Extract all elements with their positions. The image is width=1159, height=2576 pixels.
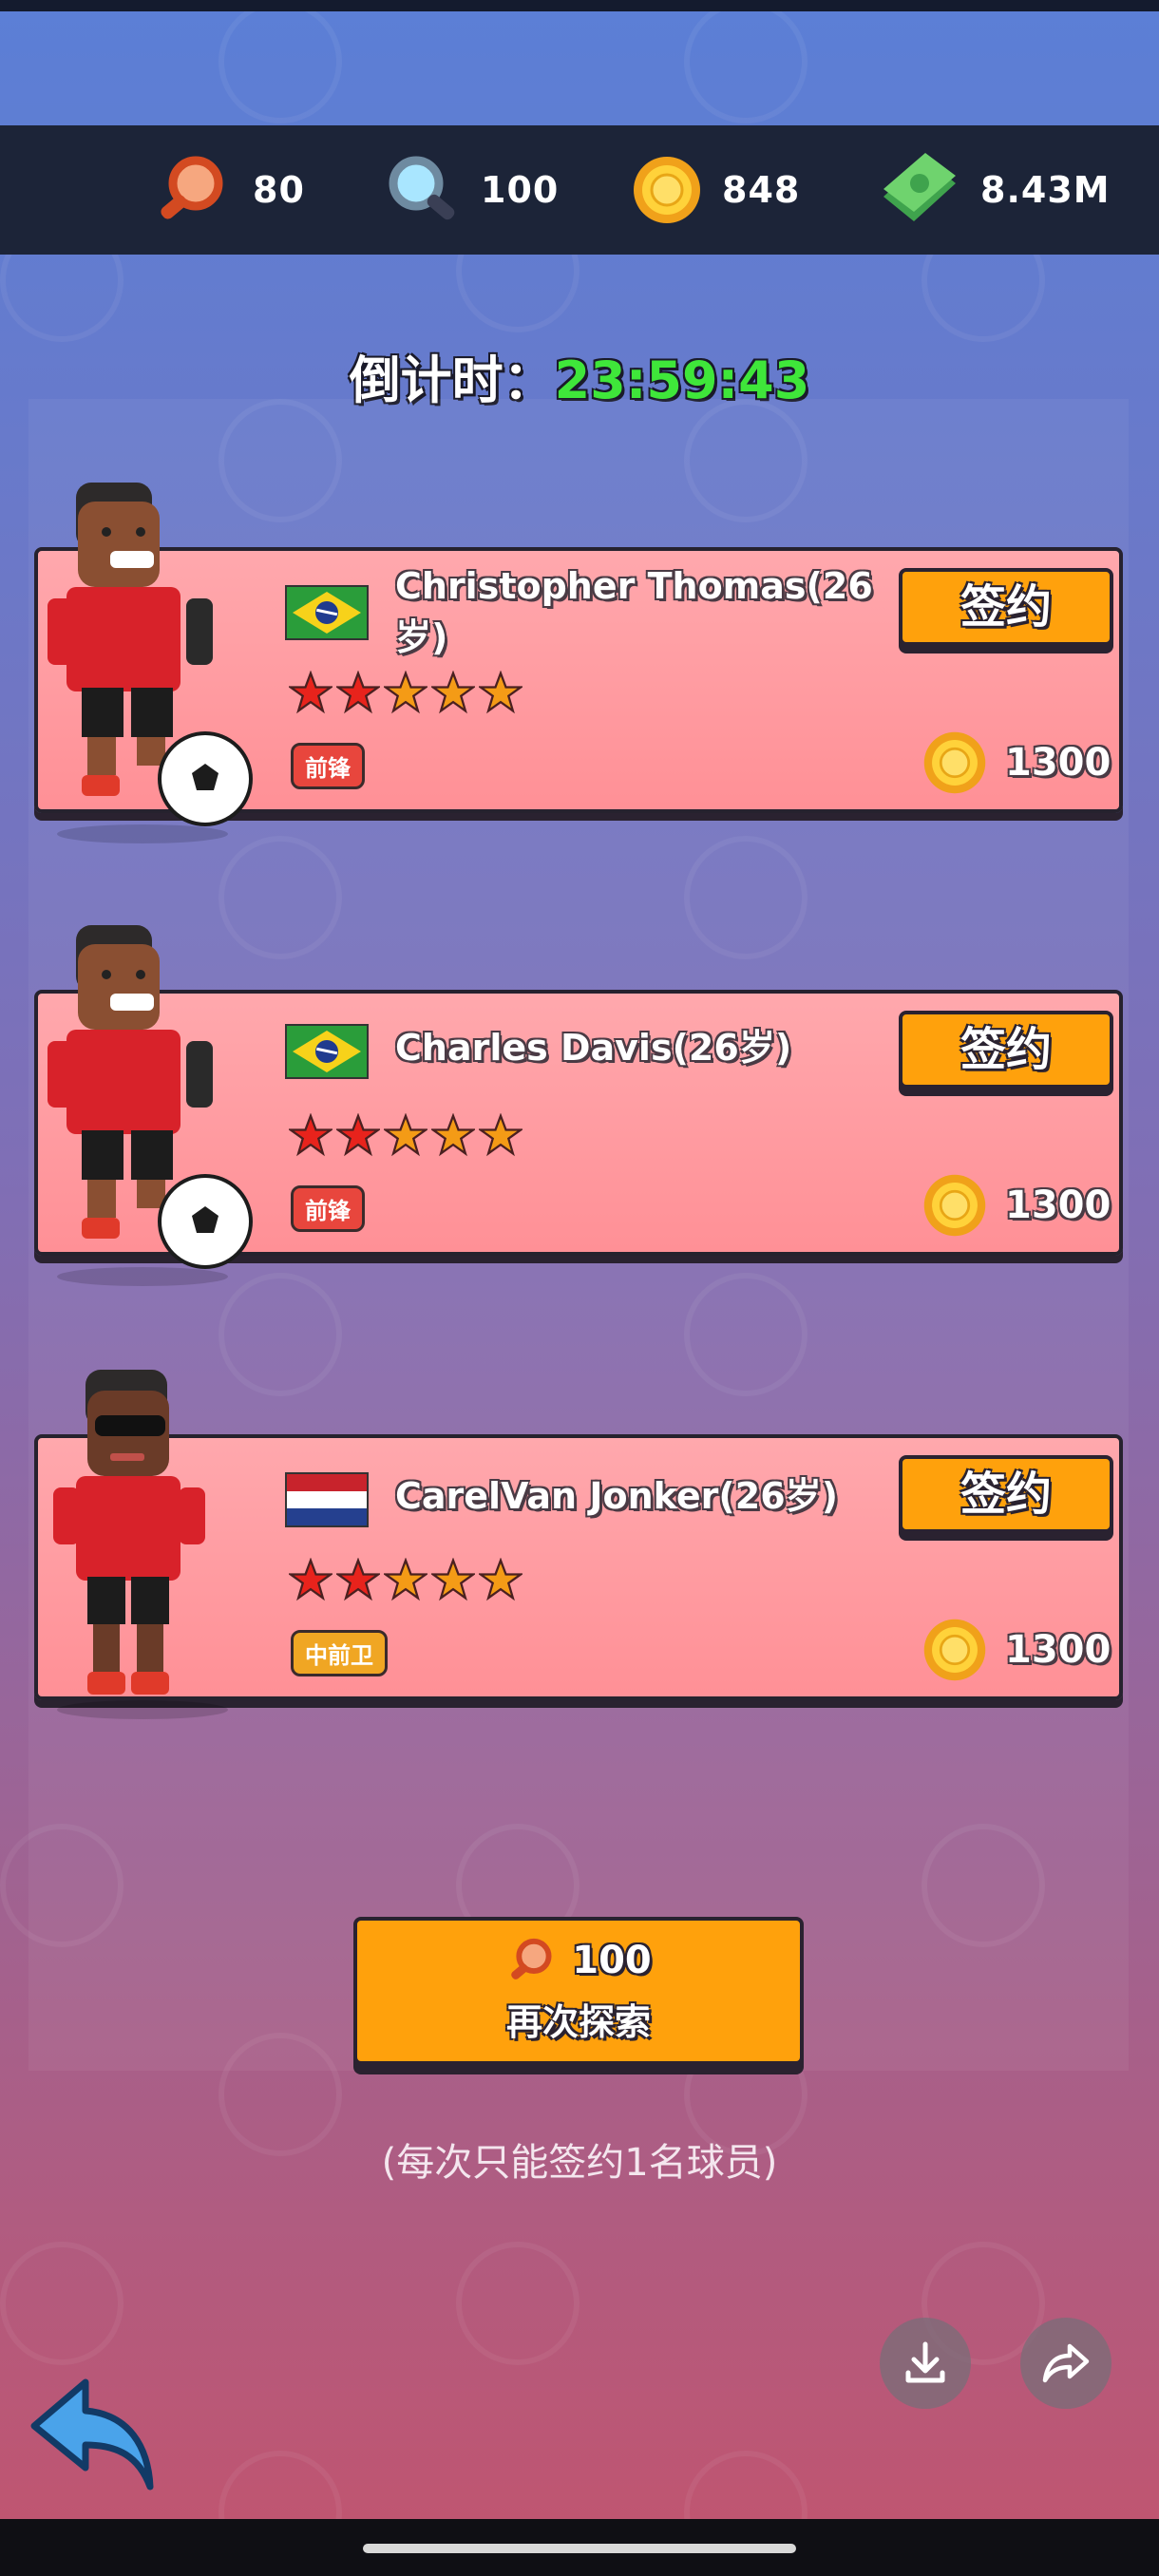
search-again-label: 再次探索 (505, 2001, 651, 2043)
status-strip (0, 0, 1159, 11)
star-icon (431, 1558, 475, 1601)
search-again-cost: 100 (357, 1934, 800, 1987)
share-icon (1042, 2343, 1090, 2383)
gold-coin-icon (634, 157, 700, 223)
gold-coin-icon (923, 1619, 986, 1681)
resource-bar: 80 100 848 8.43M (0, 125, 1159, 255)
resource-cash: 8.43M (876, 125, 1111, 255)
sign-price: 1300 (922, 729, 1111, 796)
sign-button[interactable]: 签约 (899, 568, 1113, 646)
star-icon (336, 1113, 380, 1157)
blue-magnifier-icon (389, 156, 455, 220)
player-avatar (53, 1370, 228, 1719)
star-icon (384, 1558, 428, 1601)
star-rating (289, 1558, 522, 1601)
star-icon (479, 1558, 522, 1601)
star-rating (289, 1113, 522, 1157)
red-magnifier-icon (161, 156, 223, 219)
star-rating (289, 671, 522, 714)
resource-blue-magnifier: 100 (380, 125, 559, 255)
star-icon (289, 1558, 332, 1601)
download-icon (905, 2341, 945, 2383)
sign-price: 1300 (922, 1172, 1111, 1239)
position-badge: 前锋 (291, 1185, 365, 1232)
sign-limit-note: (每次只能签约1名球员) (381, 2141, 778, 2185)
download-button[interactable] (880, 2318, 971, 2409)
star-icon (336, 1558, 380, 1601)
star-icon (384, 1113, 428, 1157)
gold-coin-icon (923, 731, 986, 794)
gold-coin-icon (923, 1174, 986, 1237)
player-avatar (48, 483, 253, 843)
red-magnifier-icon (511, 1938, 552, 1979)
star-icon (384, 671, 428, 714)
star-icon (479, 671, 522, 714)
brazil-flag-icon (285, 585, 369, 640)
star-icon (479, 1113, 522, 1157)
position-badge: 前锋 (291, 743, 365, 789)
player-name: CarelVan Jonker(26岁) (395, 1475, 839, 1517)
star-icon (289, 671, 332, 714)
player-name: Christopher Thomas(26岁) (395, 565, 873, 658)
netherlands-flag-icon (285, 1472, 369, 1527)
star-icon (431, 1113, 475, 1157)
position-badge: 中前卫 (291, 1630, 388, 1676)
resource-red-magnifier: 80 (152, 125, 305, 255)
share-button[interactable] (1020, 2318, 1112, 2409)
search-again-button[interactable]: 100 再次探索 (353, 1917, 804, 2065)
star-icon (431, 671, 475, 714)
player-avatar (48, 925, 253, 1286)
sign-button[interactable]: 签约 (899, 1011, 1113, 1089)
star-icon (336, 671, 380, 714)
back-arrow-icon[interactable] (27, 2373, 160, 2496)
player-name: Charles Davis(26岁) (395, 1027, 792, 1069)
star-icon (289, 1113, 332, 1157)
home-indicator[interactable] (363, 2544, 796, 2553)
cash-stack-icon (884, 153, 956, 221)
brazil-flag-icon (285, 1024, 369, 1079)
sign-button[interactable]: 签约 (899, 1455, 1113, 1533)
sign-price: 1300 (922, 1617, 1111, 1683)
resource-gold-coin: 848 (631, 125, 800, 255)
